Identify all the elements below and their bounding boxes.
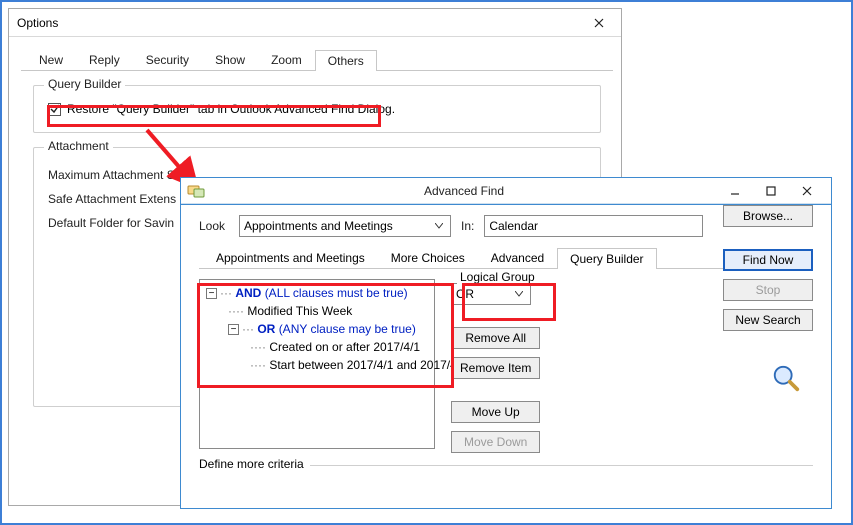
querybuilder-fieldset: Query Builder Restore "Query Builder" ta…: [33, 85, 601, 133]
restore-qb-checkbox[interactable]: [48, 103, 61, 116]
restore-qb-label: Restore "Query Builder" tab in Outlook A…: [67, 102, 395, 116]
querybuilder-legend: Query Builder: [44, 77, 125, 91]
in-field[interactable]: Calendar: [484, 215, 703, 237]
move-up-button[interactable]: Move Up: [451, 401, 540, 423]
chevron-down-icon: [432, 223, 446, 229]
remove-all-button[interactable]: Remove All: [451, 327, 540, 349]
find-now-button[interactable]: Find Now: [723, 249, 813, 271]
clause-tree[interactable]: −··· AND (ALL clauses must be true) ····…: [199, 279, 435, 449]
collapse-icon[interactable]: −: [206, 288, 217, 299]
advanced-find-window: Advanced Find Look Appointments and Meet…: [180, 177, 832, 509]
mid-column: Logical Group OR Remove All Remove Item …: [451, 279, 540, 453]
and-paren: (ALL clauses must be true): [265, 286, 408, 300]
look-value: Appointments and Meetings: [244, 219, 432, 233]
af-tab-more[interactable]: More Choices: [378, 247, 478, 268]
app-icon: [187, 183, 205, 199]
look-combo[interactable]: Appointments and Meetings: [239, 215, 451, 237]
stop-button[interactable]: Stop: [723, 279, 813, 301]
af-title: Advanced Find: [211, 184, 717, 198]
af-tab-advanced[interactable]: Advanced: [478, 247, 557, 268]
tab-new[interactable]: New: [26, 49, 76, 70]
tree-item[interactable]: Created on or after 2017/4/1: [269, 340, 420, 354]
remove-item-button[interactable]: Remove Item: [451, 357, 540, 379]
tree-item[interactable]: Modified This Week: [247, 304, 352, 318]
tab-show[interactable]: Show: [202, 49, 258, 70]
maximize-icon[interactable]: [753, 180, 789, 202]
af-tab-appts[interactable]: Appointments and Meetings: [203, 247, 378, 268]
logical-group-box: Logical Group OR: [451, 279, 540, 305]
in-label: In:: [461, 219, 474, 233]
tree-item[interactable]: Start between 2017/4/1 and 2017/4/10: [269, 358, 473, 372]
and-keyword: AND: [235, 286, 261, 300]
close-icon[interactable]: [585, 12, 613, 34]
af-tab-querybuilder[interactable]: Query Builder: [557, 248, 656, 269]
options-tabs: New Reply Security Show Zoom Others: [21, 49, 613, 71]
options-titlebar: Options: [9, 9, 621, 37]
tab-others[interactable]: Others: [315, 50, 377, 71]
look-row: Look Appointments and Meetings In: Calen…: [199, 215, 813, 237]
magnifier-icon: [771, 363, 801, 396]
logical-value: OR: [456, 287, 512, 301]
in-value: Calendar: [489, 219, 538, 233]
browse-button[interactable]: Browse...: [723, 205, 813, 227]
logical-combo[interactable]: OR: [451, 283, 531, 305]
new-search-button[interactable]: New Search: [723, 309, 813, 331]
attachment-legend: Attachment: [44, 139, 113, 153]
tab-security[interactable]: Security: [133, 49, 202, 70]
chevron-down-icon: [512, 291, 526, 297]
or-keyword: OR: [257, 322, 275, 336]
options-title: Options: [17, 16, 585, 30]
define-criteria-section: Define more criteria: [199, 465, 813, 466]
minimize-icon[interactable]: [717, 180, 753, 202]
right-column: Browse... Find Now Stop New Search: [723, 205, 813, 331]
logical-label: Logical Group: [457, 270, 538, 284]
tab-reply[interactable]: Reply: [76, 49, 133, 70]
define-criteria-label: Define more criteria: [199, 457, 310, 471]
tab-zoom[interactable]: Zoom: [258, 49, 315, 70]
collapse-icon[interactable]: −: [228, 324, 239, 335]
af-titlebar: Advanced Find: [181, 178, 831, 204]
close-icon[interactable]: [789, 180, 825, 202]
look-label: Look: [199, 219, 229, 233]
move-down-button[interactable]: Move Down: [451, 431, 540, 453]
or-paren: (ANY clause may be true): [279, 322, 416, 336]
query-builder-area: −··· AND (ALL clauses must be true) ····…: [199, 279, 813, 453]
af-tabs: Appointments and Meetings More Choices A…: [199, 247, 813, 269]
